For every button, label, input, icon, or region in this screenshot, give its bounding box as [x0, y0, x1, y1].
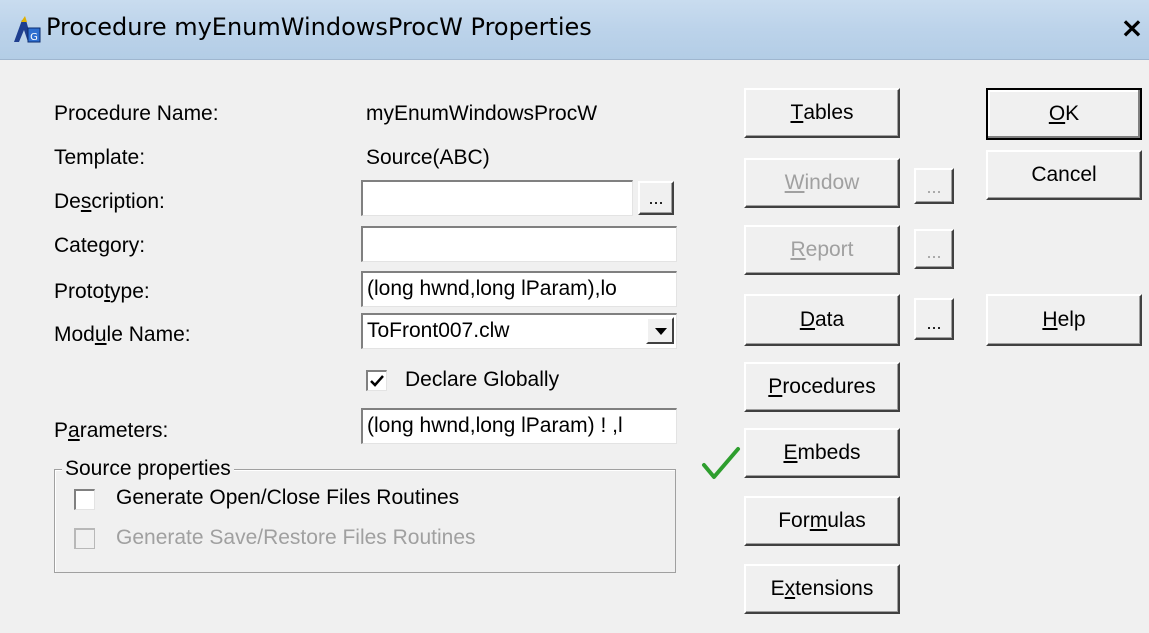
prototype-input[interactable]: (long hwnd,long lParam),lo — [361, 271, 677, 307]
description-label: Description: — [54, 190, 165, 213]
generate-open-close-checkbox[interactable] — [74, 489, 95, 510]
procedure-name-label: Procedure Name: — [54, 102, 219, 125]
procedures-button[interactable]: Procedures — [744, 362, 900, 412]
module-name-value: ToFront007.clw — [367, 319, 510, 342]
tables-button[interactable]: Tables — [744, 88, 900, 138]
prototype-label: Prototype: — [54, 280, 150, 303]
data-ellipsis-button[interactable]: ... — [914, 298, 954, 340]
svg-text:G: G — [30, 32, 38, 43]
data-button[interactable]: Data — [744, 294, 900, 346]
category-input[interactable] — [361, 226, 677, 262]
check-icon — [370, 375, 384, 387]
chevron-down-icon[interactable] — [646, 317, 674, 344]
template-label: Template: — [54, 146, 146, 169]
description-ellipsis-button[interactable]: ... — [638, 181, 674, 215]
report-ellipsis-button: ... — [914, 229, 954, 269]
ok-button[interactable]: OK — [986, 88, 1142, 140]
module-name-label: Module Name: — [54, 323, 191, 346]
window-button: Window — [744, 158, 900, 208]
parameters-input[interactable]: (long hwnd,long lParam) ! ,l — [361, 408, 677, 444]
formulas-button[interactable]: For m ulas — [744, 496, 900, 546]
description-input[interactable] — [361, 180, 633, 216]
generate-open-close-label: Generate Open/Close Files Routines — [116, 486, 460, 509]
parameters-label: Parameters: — [54, 419, 169, 442]
procedure-name-value: myEnumWindowsProcW — [366, 102, 598, 125]
source-properties-title: Source properties — [62, 457, 234, 481]
close-icon[interactable]: × — [1119, 12, 1145, 44]
cancel-button[interactable]: Cancel — [986, 150, 1142, 200]
embeds-button[interactable]: Embeds — [744, 428, 900, 478]
title-bar[interactable]: G Procedure myEnumWindowsProcW Propertie… — [0, 0, 1149, 60]
declare-globally-checkbox[interactable] — [366, 370, 387, 391]
window-ellipsis-button: ... — [914, 168, 954, 204]
help-button[interactable]: Help — [986, 294, 1142, 346]
template-value: Source(ABC) — [366, 146, 490, 169]
generate-save-restore-label: Generate Save/Restore Files Routines — [116, 526, 476, 549]
procedure-properties-dialog: G Procedure myEnumWindowsProcW Propertie… — [0, 0, 1149, 633]
extensions-button[interactable]: Ex tensions — [744, 564, 900, 614]
source-properties-group — [54, 469, 676, 573]
window-title: Procedure myEnumWindowsProcW Properties — [46, 13, 592, 41]
green-checkmark-icon — [702, 447, 740, 479]
generate-save-restore-checkbox — [74, 528, 95, 549]
declare-globally-label: Declare Globally — [405, 368, 560, 391]
procedure-icon: G — [14, 16, 41, 43]
category-label: Category: — [54, 234, 146, 257]
report-button: Report — [744, 225, 900, 275]
module-name-combo[interactable]: ToFront007.clw — [361, 313, 677, 349]
